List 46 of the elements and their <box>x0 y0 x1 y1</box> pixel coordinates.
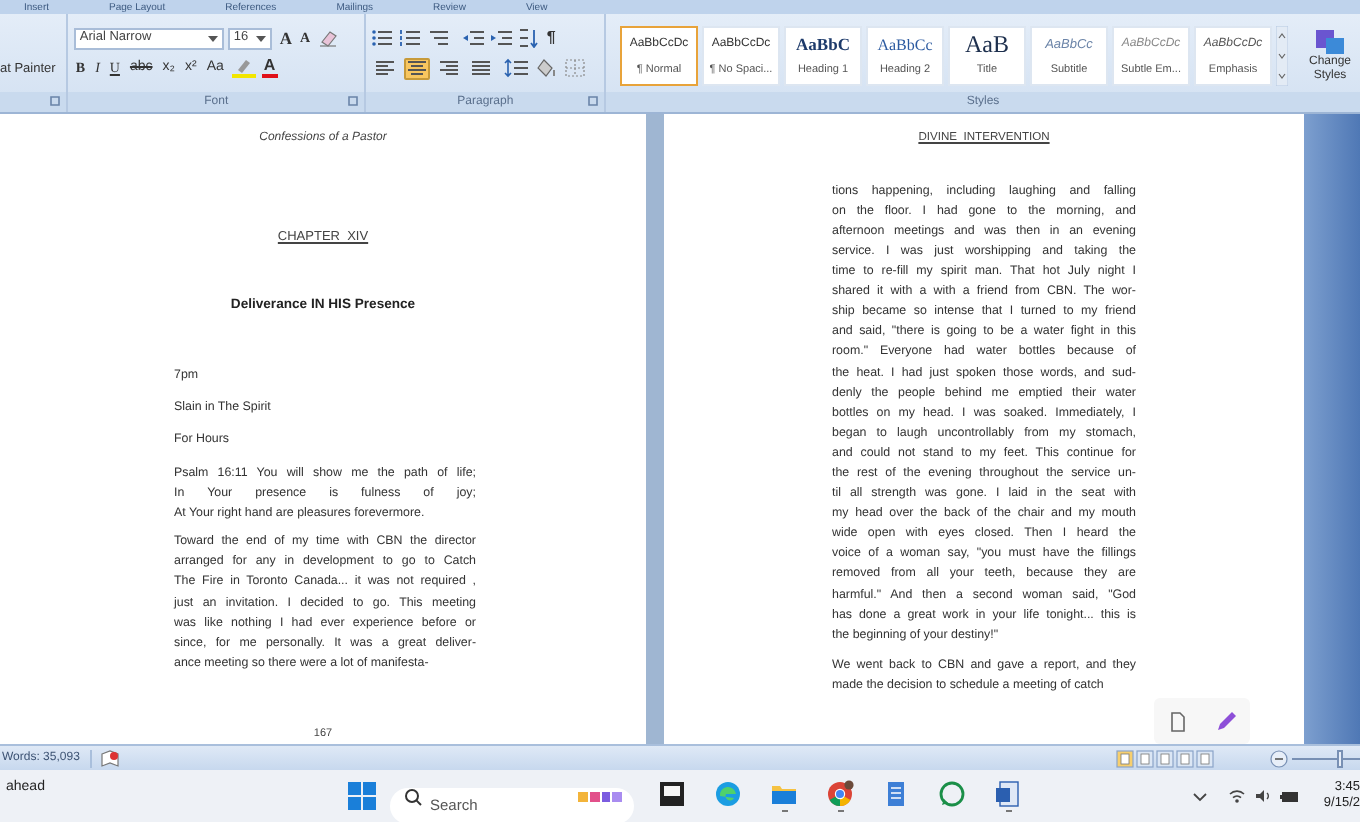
align-icon <box>374 58 397 78</box>
slider-thumb[interactable] <box>1337 749 1343 767</box>
speaker-icon[interactable] <box>1254 788 1272 804</box>
chrome-browser-icon <box>826 779 854 808</box>
windows-start-icon[interactable] <box>348 782 376 810</box>
taskbar-app[interactable] <box>822 779 858 813</box>
numbered-list-icon[interactable] <box>400 28 423 48</box>
chat-bubble-icon <box>938 779 966 808</box>
dialog-launcher-icon[interactable] <box>348 96 359 106</box>
align-button[interactable] <box>468 57 495 79</box>
dialog-launcher-icon[interactable] <box>588 96 598 106</box>
align-icon <box>438 58 461 78</box>
pen-icon[interactable] <box>1215 711 1235 731</box>
align-button[interactable] <box>404 57 431 79</box>
colorful-boxes-icon <box>578 789 622 803</box>
dropdown-icon <box>207 35 218 41</box>
notepad-icon <box>882 779 910 808</box>
wifi-icon[interactable] <box>1228 788 1246 804</box>
dropdown-icon <box>255 35 266 41</box>
bullet-list-icon[interactable] <box>372 28 395 48</box>
align-icon <box>470 58 493 78</box>
styles-swatch-icon <box>1314 27 1346 55</box>
word-document-icon <box>994 779 1022 808</box>
chevron-up-icon[interactable] <box>1192 791 1208 801</box>
battery-icon[interactable] <box>1280 789 1300 803</box>
increase-indent-icon[interactable] <box>490 28 513 48</box>
eraser-icon[interactable] <box>318 28 341 48</box>
shading-icon[interactable] <box>534 58 559 78</box>
align-icon <box>406 58 429 78</box>
sort-icon[interactable] <box>518 28 541 48</box>
align-button[interactable] <box>372 57 399 79</box>
terminal-icon <box>658 779 686 808</box>
multilevel-list-icon[interactable] <box>428 28 451 48</box>
gallery-scroll-icon[interactable] <box>1276 25 1288 85</box>
proofing-book-icon[interactable] <box>99 749 120 767</box>
show-formatting-button[interactable]: ¶ <box>546 28 556 48</box>
dialog-launcher-icon[interactable] <box>49 96 60 106</box>
font-color-button[interactable]: A <box>261 58 278 78</box>
page-icon[interactable] <box>1169 711 1185 731</box>
decrease-indent-icon[interactable] <box>462 28 485 48</box>
edge-browser-icon <box>714 779 742 808</box>
line-spacing-icon[interactable] <box>504 58 529 78</box>
zoom-out-icon[interactable] <box>1270 749 1288 767</box>
search-icon <box>404 787 422 805</box>
align-button[interactable] <box>436 57 463 79</box>
grow-font-button[interactable]: A <box>279 28 293 48</box>
